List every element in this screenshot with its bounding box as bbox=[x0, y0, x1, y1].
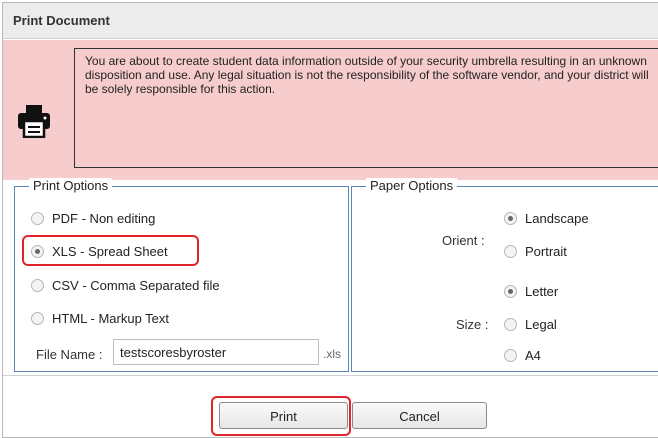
print-document-dialog: Print Document You are about to create s… bbox=[2, 2, 658, 438]
file-name-input[interactable] bbox=[113, 339, 319, 365]
landscape-option[interactable]: Landscape bbox=[504, 211, 589, 226]
warning-area: You are about to create student data inf… bbox=[3, 40, 658, 180]
legal-option[interactable]: Legal bbox=[504, 317, 557, 332]
dialog-title: Print Document bbox=[13, 13, 110, 28]
html-label: HTML - Markup Text bbox=[52, 311, 170, 326]
html-option[interactable]: HTML - Markup Text bbox=[31, 311, 169, 326]
print-highlight bbox=[211, 396, 351, 436]
paper-options-group: Paper Options Orient : Landscape Portrai… bbox=[351, 178, 658, 372]
warning-text: You are about to create student data inf… bbox=[85, 54, 649, 96]
cancel-button[interactable]: Cancel bbox=[352, 402, 487, 429]
print-options-legend: Print Options bbox=[29, 178, 113, 193]
portrait-radio[interactable] bbox=[504, 245, 517, 258]
size-label: Size : bbox=[456, 317, 489, 332]
portrait-label: Portrait bbox=[525, 244, 567, 259]
letter-radio[interactable] bbox=[504, 285, 517, 298]
legal-label: Legal bbox=[525, 317, 557, 332]
html-radio[interactable] bbox=[31, 312, 44, 325]
a4-radio[interactable] bbox=[504, 349, 517, 362]
letter-label: Letter bbox=[525, 284, 559, 299]
a4-label: A4 bbox=[525, 348, 541, 363]
xls-highlight bbox=[22, 235, 199, 266]
paper-options-legend: Paper Options bbox=[366, 178, 458, 193]
portrait-option[interactable]: Portrait bbox=[504, 244, 567, 259]
a4-option[interactable]: A4 bbox=[504, 348, 541, 363]
print-options-group: Print Options PDF - Non editing XLS - Sp… bbox=[14, 178, 349, 372]
csv-label: CSV - Comma Separated file bbox=[52, 278, 220, 293]
csv-option[interactable]: CSV - Comma Separated file bbox=[31, 278, 220, 293]
printer-icon bbox=[17, 104, 51, 141]
landscape-label: Landscape bbox=[525, 211, 589, 226]
pdf-radio[interactable] bbox=[31, 212, 44, 225]
pdf-label: PDF - Non editing bbox=[52, 211, 156, 226]
csv-radio[interactable] bbox=[31, 279, 44, 292]
dialog-titlebar: Print Document bbox=[3, 3, 658, 39]
file-extension: .xls bbox=[323, 347, 341, 361]
legal-radio[interactable] bbox=[504, 318, 517, 331]
footer-divider bbox=[3, 375, 658, 376]
warning-box: You are about to create student data inf… bbox=[74, 48, 658, 168]
letter-option[interactable]: Letter bbox=[504, 284, 558, 299]
landscape-radio[interactable] bbox=[504, 212, 517, 225]
orient-label: Orient : bbox=[442, 233, 485, 248]
file-name-label: File Name : bbox=[36, 347, 103, 362]
pdf-option[interactable]: PDF - Non editing bbox=[31, 211, 155, 226]
